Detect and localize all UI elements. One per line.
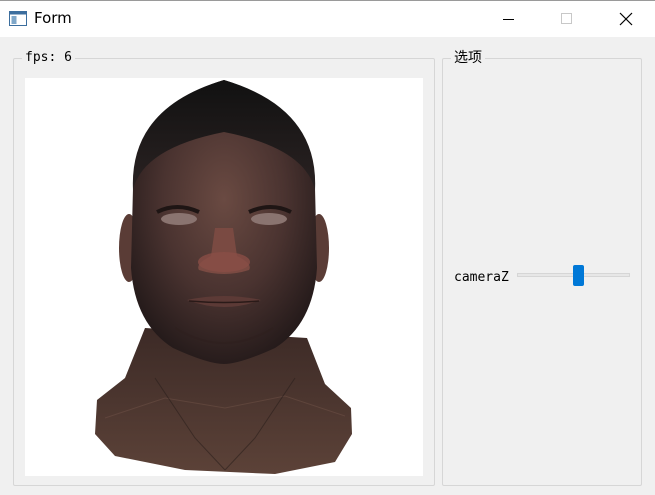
app-window: Form fps: 6 选项 cameraZ [0, 0, 655, 495]
head-model-render [95, 80, 352, 474]
camera-z-slider-handle[interactable] [573, 265, 584, 286]
close-button[interactable] [597, 1, 655, 37]
camera-z-label: cameraZ [454, 270, 509, 285]
options-group-title: 选项 [451, 49, 485, 67]
minimize-icon [503, 19, 514, 20]
maximize-icon [561, 13, 572, 24]
close-icon [619, 12, 633, 26]
title-bar[interactable]: Form [0, 0, 655, 37]
app-window-icon [9, 11, 27, 26]
minimize-button[interactable] [480, 1, 538, 37]
render-viewport[interactable] [25, 78, 423, 476]
fps-label: fps: 6 [22, 49, 75, 67]
window-title: Form [34, 9, 72, 27]
maximize-button[interactable] [538, 1, 596, 37]
